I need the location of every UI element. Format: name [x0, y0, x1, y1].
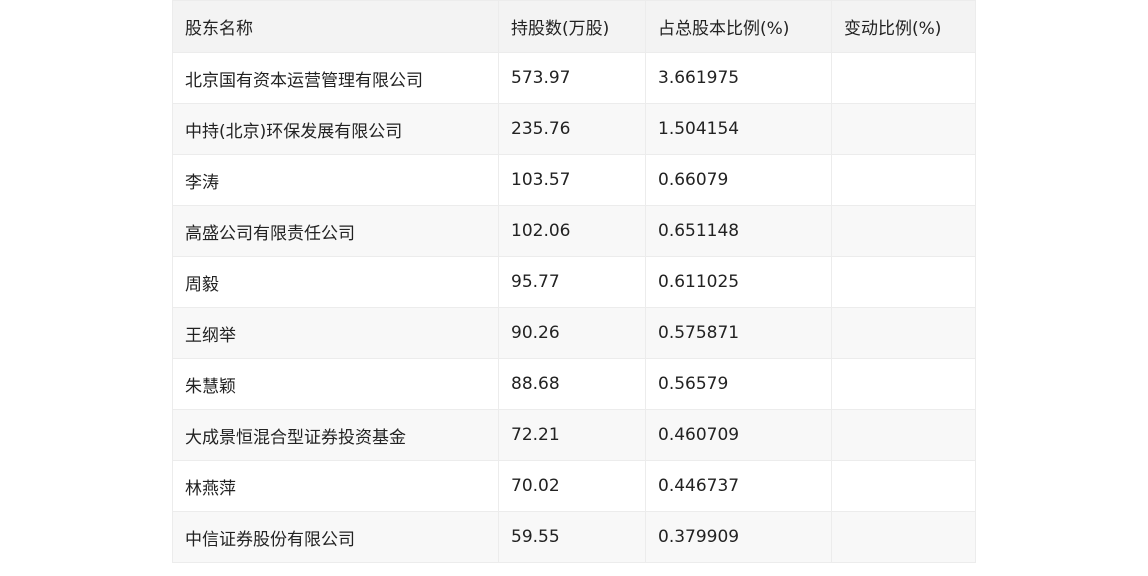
cell-change-ratio	[831, 256, 976, 308]
cell-change-ratio	[831, 358, 976, 410]
header-change-ratio: 变动比例(%)	[831, 0, 976, 53]
cell-share-ratio: 0.611025	[645, 256, 832, 308]
cell-shareholder-name: 朱慧颖	[172, 358, 499, 410]
cell-change-ratio	[831, 409, 976, 461]
cell-shares-held: 235.76	[498, 103, 646, 155]
cell-share-ratio: 0.446737	[645, 460, 832, 512]
cell-change-ratio	[831, 460, 976, 512]
cell-share-ratio: 0.379909	[645, 511, 832, 563]
cell-shares-held: 72.21	[498, 409, 646, 461]
table-row: 周毅 95.77 0.611025	[172, 256, 976, 308]
cell-shareholder-name: 林燕萍	[172, 460, 499, 512]
cell-shares-held: 102.06	[498, 205, 646, 257]
shareholder-table: 股东名称 持股数(万股) 占总股本比例(%) 变动比例(%) 北京国有资本运营管…	[172, 0, 976, 563]
table-row: 北京国有资本运营管理有限公司 573.97 3.661975	[172, 52, 976, 104]
cell-change-ratio	[831, 511, 976, 563]
header-shareholder-name: 股东名称	[172, 0, 499, 53]
table-row: 中信证券股份有限公司 59.55 0.379909	[172, 511, 976, 563]
shareholder-table-container: 股东名称 持股数(万股) 占总股本比例(%) 变动比例(%) 北京国有资本运营管…	[172, 0, 976, 563]
cell-shareholder-name: 周毅	[172, 256, 499, 308]
cell-share-ratio: 0.460709	[645, 409, 832, 461]
cell-share-ratio: 0.651148	[645, 205, 832, 257]
cell-shares-held: 573.97	[498, 52, 646, 104]
table-row: 中持(北京)环保发展有限公司 235.76 1.504154	[172, 103, 976, 155]
cell-share-ratio: 1.504154	[645, 103, 832, 155]
table-row: 大成景恒混合型证券投资基金 72.21 0.460709	[172, 409, 976, 461]
cell-shares-held: 103.57	[498, 154, 646, 206]
cell-share-ratio: 0.56579	[645, 358, 832, 410]
cell-change-ratio	[831, 205, 976, 257]
cell-share-ratio: 0.66079	[645, 154, 832, 206]
header-share-ratio: 占总股本比例(%)	[645, 0, 832, 53]
cell-shareholder-name: 大成景恒混合型证券投资基金	[172, 409, 499, 461]
cell-shares-held: 88.68	[498, 358, 646, 410]
cell-change-ratio	[831, 103, 976, 155]
cell-shareholder-name: 北京国有资本运营管理有限公司	[172, 52, 499, 104]
cell-shares-held: 70.02	[498, 460, 646, 512]
cell-shareholder-name: 高盛公司有限责任公司	[172, 205, 499, 257]
cell-share-ratio: 0.575871	[645, 307, 832, 359]
cell-change-ratio	[831, 154, 976, 206]
cell-shareholder-name: 中信证券股份有限公司	[172, 511, 499, 563]
cell-change-ratio	[831, 52, 976, 104]
cell-shareholder-name: 李涛	[172, 154, 499, 206]
cell-change-ratio	[831, 307, 976, 359]
cell-shares-held: 59.55	[498, 511, 646, 563]
table-row: 林燕萍 70.02 0.446737	[172, 460, 976, 512]
cell-shares-held: 95.77	[498, 256, 646, 308]
cell-share-ratio: 3.661975	[645, 52, 832, 104]
table-row: 朱慧颖 88.68 0.56579	[172, 358, 976, 410]
cell-shares-held: 90.26	[498, 307, 646, 359]
cell-shareholder-name: 王纲举	[172, 307, 499, 359]
header-shares-held: 持股数(万股)	[498, 0, 646, 53]
table-row: 高盛公司有限责任公司 102.06 0.651148	[172, 205, 976, 257]
table-header-row: 股东名称 持股数(万股) 占总股本比例(%) 变动比例(%)	[172, 0, 976, 53]
table-row: 李涛 103.57 0.66079	[172, 154, 976, 206]
cell-shareholder-name: 中持(北京)环保发展有限公司	[172, 103, 499, 155]
table-row: 王纲举 90.26 0.575871	[172, 307, 976, 359]
